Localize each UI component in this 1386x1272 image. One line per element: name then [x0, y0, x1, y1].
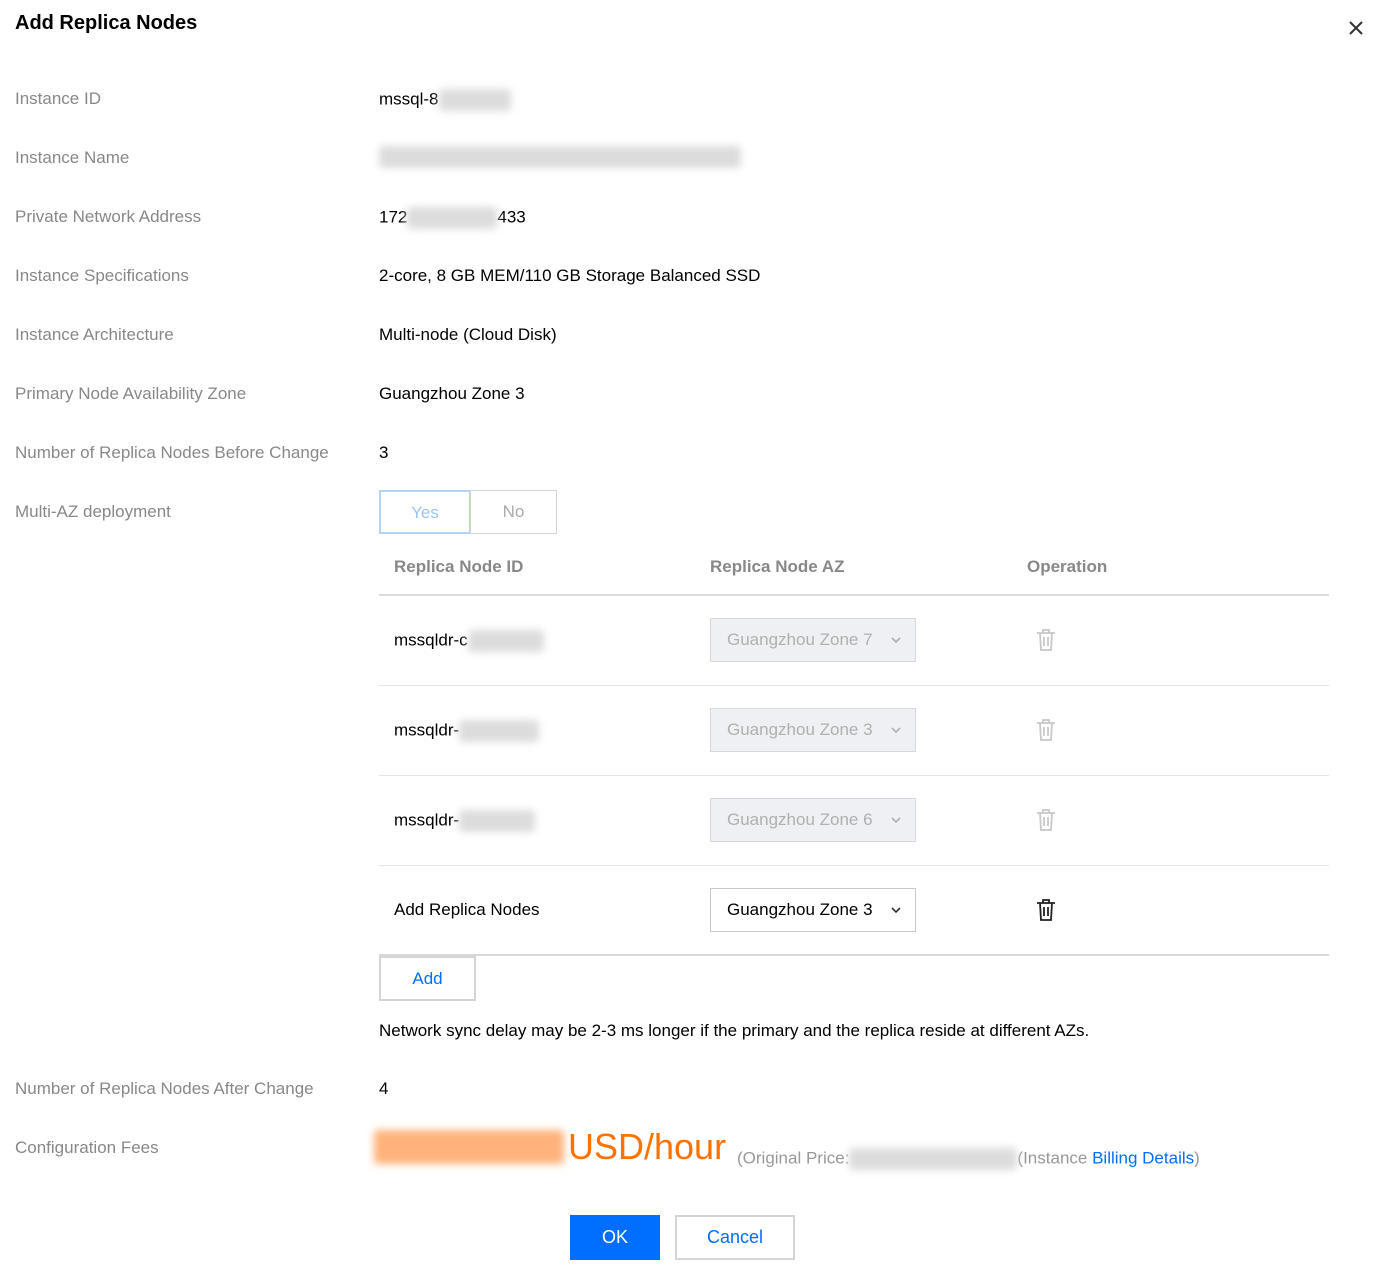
trash-icon: [1037, 719, 1055, 741]
fees-label: Configuration Fees: [15, 1138, 159, 1157]
ok-button[interactable]: OK: [570, 1215, 660, 1260]
replica-node-id: mssqldr-: [394, 720, 540, 742]
sync-delay-note: Network sync delay may be 2-3 ms longer …: [379, 1021, 1090, 1040]
redacted-blur: [374, 1130, 564, 1164]
chevron-down-icon: [891, 907, 901, 914]
replica-node-id: mssqldr-: [394, 810, 536, 832]
multi-az-no-button[interactable]: No: [470, 490, 557, 534]
table-row-divider: [379, 775, 1329, 776]
column-header-az: Replica Node AZ: [710, 557, 845, 576]
architecture-value: Multi-node (Cloud Disk): [379, 325, 557, 344]
primary-az-value: Guangzhou Zone 3: [379, 384, 525, 403]
new-replica-az-select[interactable]: Guangzhou Zone 3: [710, 888, 916, 932]
table-row-divider: [379, 685, 1329, 686]
trash-icon: [1037, 809, 1055, 831]
chevron-down-icon: [891, 637, 901, 644]
replicas-before-value: 3: [379, 443, 389, 462]
new-replica-label: Add Replica Nodes: [394, 900, 540, 919]
instance-name-value: [379, 146, 741, 168]
column-header-id: Replica Node ID: [394, 557, 524, 576]
replica-az-select: Guangzhou Zone 7: [710, 618, 916, 662]
multi-az-label: Multi-AZ deployment: [15, 502, 171, 521]
chevron-down-icon: [891, 727, 901, 734]
multi-az-yes-button[interactable]: Yes: [379, 490, 471, 534]
instance-id-label: Instance ID: [15, 89, 101, 108]
replica-az-select: Guangzhou Zone 6: [710, 798, 916, 842]
table-header-divider: [379, 594, 1329, 596]
replicas-after-label: Number of Replica Nodes After Change: [15, 1079, 314, 1098]
redacted-blur: [459, 720, 540, 742]
trash-icon[interactable]: [1035, 898, 1057, 922]
redacted-blur: [407, 207, 498, 229]
private-network-value: 172 433: [379, 207, 526, 229]
close-icon[interactable]: [1346, 18, 1366, 38]
billing-details-link[interactable]: Billing Details: [1092, 1148, 1194, 1167]
redacted-blur: [849, 1148, 1018, 1170]
cancel-button[interactable]: Cancel: [675, 1215, 795, 1260]
specifications-label: Instance Specifications: [15, 266, 189, 285]
replica-node-id: mssqldr-c: [394, 630, 544, 652]
trash-icon: [1037, 629, 1055, 651]
column-header-operation: Operation: [1027, 557, 1108, 576]
primary-az-label: Primary Node Availability Zone: [15, 384, 247, 403]
replica-az-select: Guangzhou Zone 3: [710, 708, 916, 752]
specifications-value: 2-core, 8 GB MEM/110 GB Storage Balanced…: [379, 266, 761, 285]
price-unit: USD/hour: [568, 1126, 727, 1167]
architecture-label: Instance Architecture: [15, 325, 174, 344]
table-row-divider: [379, 865, 1329, 866]
table-bottom-divider: [379, 954, 1329, 956]
redacted-blur: [438, 89, 511, 111]
private-network-label: Private Network Address: [15, 207, 202, 226]
redacted-blur: [459, 810, 536, 832]
instance-name-label: Instance Name: [15, 148, 130, 167]
dialog-title: Add Replica Nodes: [15, 12, 198, 34]
replicas-before-label: Number of Replica Nodes Before Change: [15, 443, 329, 462]
redacted-blur: [379, 146, 741, 168]
chevron-down-icon: [891, 817, 901, 824]
redacted-blur: [467, 630, 544, 652]
add-replica-button[interactable]: Add: [379, 956, 476, 1001]
original-price: (Original Price: (Instance Billing Detail…: [737, 1148, 1200, 1170]
replicas-after-value: 4: [379, 1079, 389, 1098]
instance-id-value: mssql-8: [379, 89, 511, 111]
